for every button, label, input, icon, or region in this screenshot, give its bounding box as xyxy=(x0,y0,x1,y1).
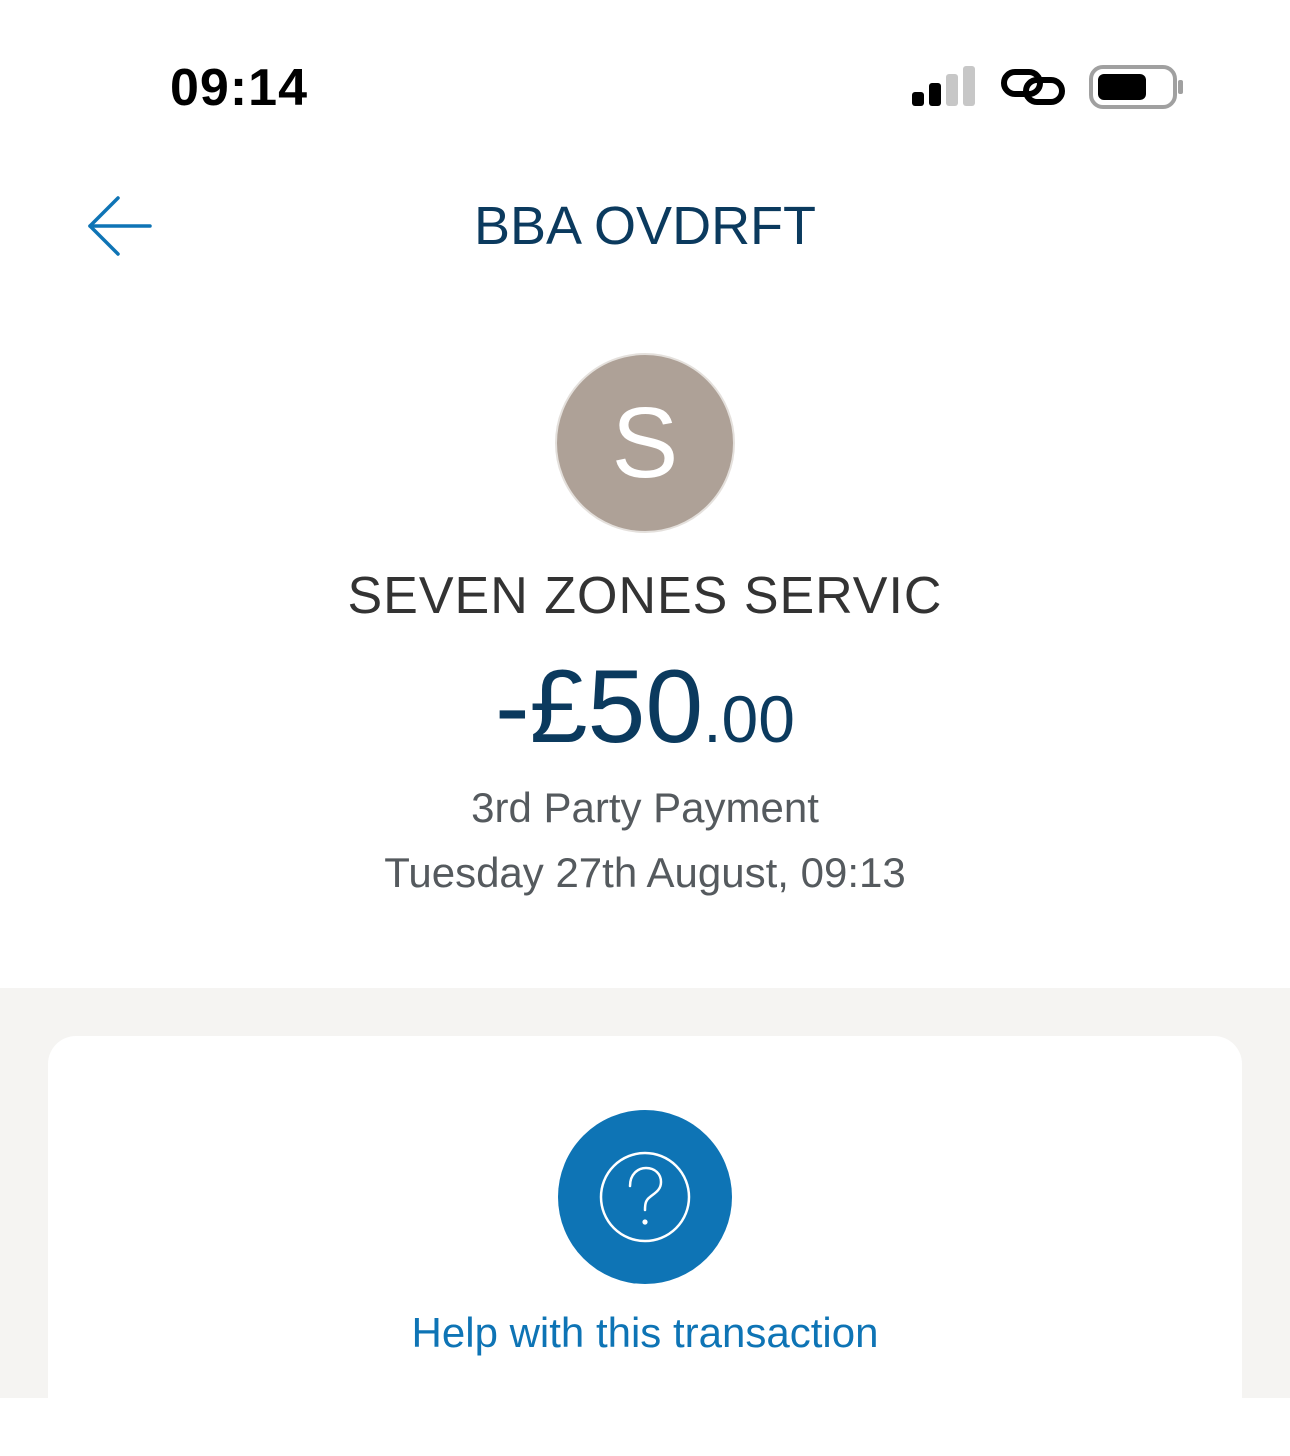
status-bar: 09:14 xyxy=(0,0,1290,150)
transaction-summary: S SEVEN ZONES SERVIC -£50.00 3rd Party P… xyxy=(0,272,1290,988)
help-label: Help with this transaction xyxy=(411,1309,879,1356)
merchant-name: SEVEN ZONES SERVIC xyxy=(347,567,943,625)
status-time: 09:14 xyxy=(170,59,308,117)
battery-icon xyxy=(1089,65,1183,109)
cellular-signal-icon xyxy=(912,66,975,106)
help-icon-circle xyxy=(558,1110,732,1284)
page-title: BBA OVDRFT xyxy=(473,196,817,256)
nav-bar: BBA OVDRFT xyxy=(0,180,1290,272)
transaction-type: 3rd Party Payment xyxy=(471,784,819,831)
merchant-avatar: S xyxy=(555,353,735,533)
transaction-date: Tuesday 27th August, 09:13 xyxy=(384,849,906,896)
help-with-transaction-button[interactable]: Help with this transaction xyxy=(48,1036,1242,1456)
transaction-amount: -£50.00 xyxy=(0,652,1290,793)
amount-decimal: .00 xyxy=(703,682,795,756)
actions-section: Help with this transaction xyxy=(0,988,1290,1456)
personal-hotspot-link-icon xyxy=(1001,69,1065,105)
amount-main: -£50 xyxy=(495,649,704,765)
question-icon xyxy=(599,1151,691,1243)
